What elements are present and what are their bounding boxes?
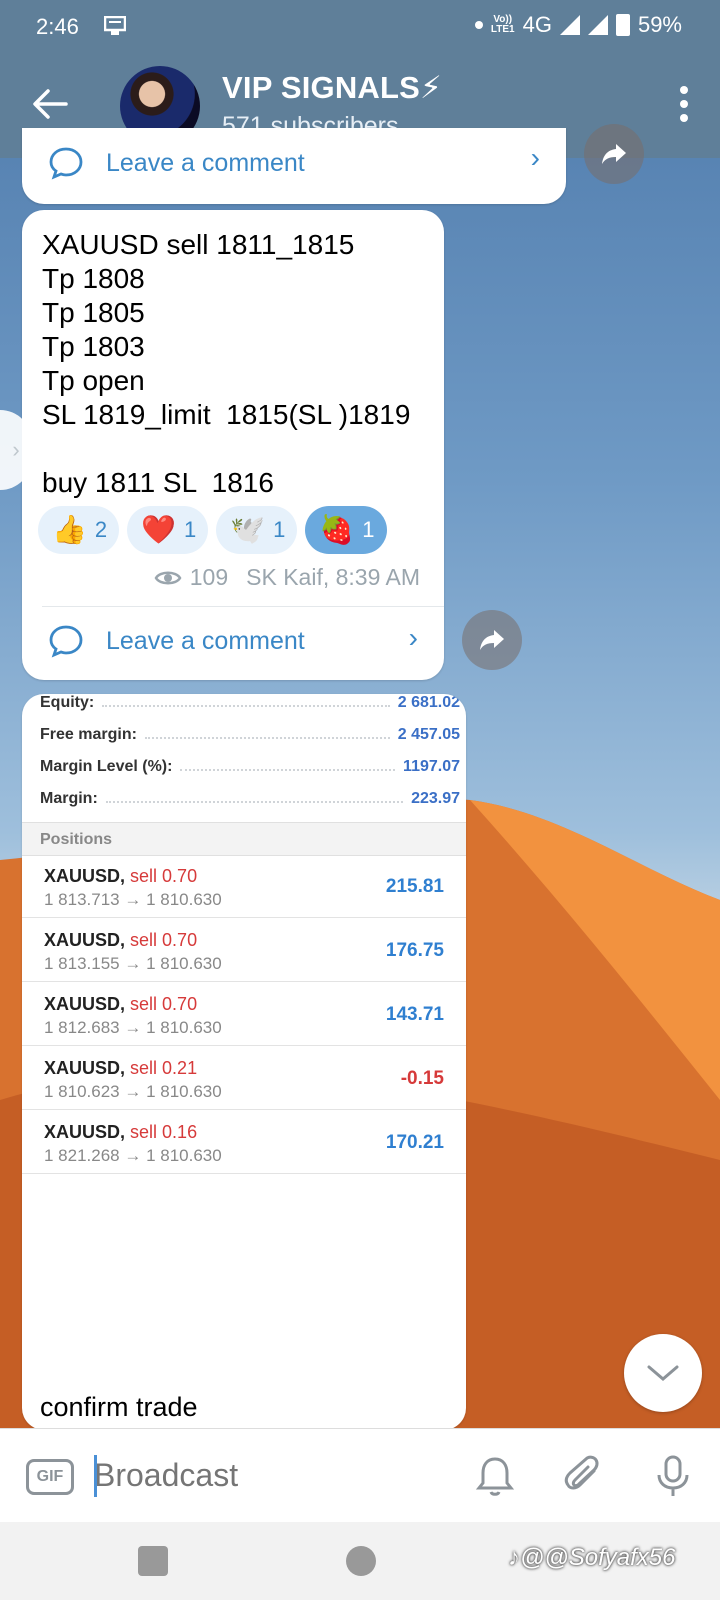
- author-time: SK Kaif, 8:39 AM: [246, 564, 420, 590]
- status-bar: 2:46 Vo)) LTE1 4G 59%: [0, 0, 720, 54]
- share-arrow-icon: [480, 630, 504, 650]
- reactions-bar: 👍 2 ❤️ 1 🕊️ 1 🍓 1: [38, 506, 387, 554]
- position-row: XAUUSD, sell 0.70 1 813.713 → 1 810.630 …: [22, 856, 466, 918]
- reaction-dove[interactable]: 🕊️ 1: [216, 506, 298, 554]
- reaction-count: 1: [273, 517, 286, 542]
- gif-button[interactable]: GIF: [26, 1459, 74, 1495]
- reaction-heart[interactable]: ❤️ 1: [127, 506, 209, 554]
- thumbs-up-icon: 👍: [52, 514, 87, 545]
- signal-strength-icon: [559, 15, 580, 35]
- chevron-down-icon: [647, 1365, 679, 1381]
- eye-views-icon: [154, 571, 182, 584]
- volte-icon: Vo)) LTE1: [490, 14, 515, 35]
- equity-row: Equity: 2 681.02: [40, 694, 460, 711]
- reaction-strawberry[interactable]: 🍓 1: [305, 506, 387, 554]
- signal-message-bubble[interactable]: XAUUSD sell 1811_1815 Tp 1808 Tp 1805 Tp…: [22, 210, 444, 680]
- battery-icon: [615, 14, 630, 36]
- trade-screenshot-message[interactable]: Equity: 2 681.02 Free margin: 2 457.05 Mar…: [22, 694, 466, 1430]
- network-type: 4G: [522, 12, 552, 37]
- margin-row: Margin: 223.97: [40, 790, 460, 807]
- leave-comment-link-previous[interactable]: Leave a comment: [48, 146, 305, 180]
- position-row: XAUUSD, sell 0.21 1 810.623 → 1 810.630 …: [22, 1048, 466, 1110]
- notification-dot-icon: [474, 21, 483, 29]
- reaction-thumbs-up[interactable]: 👍 2: [38, 506, 120, 554]
- chevron-right-icon: ›: [408, 622, 418, 653]
- position-row: XAUUSD, sell 0.16 1 821.268 → 1 810.630 …: [22, 1112, 466, 1174]
- view-count: 109: [189, 564, 229, 590]
- share-button-previous[interactable]: [584, 124, 644, 184]
- chevron-right-icon: ›: [530, 142, 540, 173]
- bell-icon[interactable]: [470, 1451, 520, 1501]
- message-notification-icon: [104, 16, 126, 35]
- share-button[interactable]: [462, 610, 522, 670]
- signal-message-text: XAUUSD sell 1811_1815 Tp 1808 Tp 1805 Tp…: [42, 229, 411, 498]
- share-arrow-icon: [602, 144, 626, 164]
- scroll-to-bottom-button[interactable]: [624, 1334, 702, 1412]
- signal-strength-icon-2: [587, 15, 608, 35]
- leave-comment-link[interactable]: Leave a comment: [48, 624, 305, 658]
- message-input-bar: GIF: [0, 1428, 720, 1522]
- battery-percent: 59%: [637, 12, 682, 37]
- comment-icon: [49, 625, 83, 658]
- message-meta: 109 SK Kaif, 8:39 AM: [154, 564, 420, 591]
- more-options-icon[interactable]: [678, 84, 690, 124]
- heart-icon: ❤️: [141, 514, 176, 545]
- paperclip-icon[interactable]: [560, 1451, 610, 1501]
- margin-level-row: Margin Level (%): 1197.07: [40, 758, 460, 775]
- reaction-count: 1: [184, 517, 197, 542]
- free-margin-row: Free margin: 2 457.05: [40, 726, 460, 743]
- recents-button[interactable]: [138, 1546, 168, 1576]
- broadcast-input[interactable]: [94, 1451, 454, 1499]
- leave-comment-label: Leave a comment: [106, 148, 305, 177]
- position-row: XAUUSD, sell 0.70 1 813.155 → 1 810.630 …: [22, 920, 466, 982]
- home-button[interactable]: [346, 1546, 376, 1576]
- strawberry-icon: 🍓: [319, 514, 355, 545]
- positions-header: Positions: [22, 822, 466, 856]
- comment-icon: [49, 147, 83, 180]
- position-row: XAUUSD, sell 0.70 1 812.683 → 1 810.630 …: [22, 984, 466, 1046]
- previous-message-bubble: Leave a comment ›: [22, 128, 566, 204]
- reaction-count: 2: [94, 517, 108, 542]
- dove-icon: 🕊️: [230, 514, 266, 545]
- watermark: ♪@@Sofyafx56: [508, 1544, 676, 1571]
- comment-divider: [42, 606, 444, 607]
- image-caption: confirm trade: [40, 1392, 198, 1422]
- channel-title[interactable]: VIP SIGNALS⚡: [222, 70, 442, 106]
- system-nav-bar: ♪@@Sofyafx56: [0, 1522, 720, 1600]
- text-caret: [94, 1455, 97, 1497]
- status-time: 2:46: [36, 14, 79, 39]
- microphone-icon[interactable]: [648, 1451, 698, 1501]
- leave-comment-label: Leave a comment: [106, 626, 305, 655]
- reaction-count: 1: [362, 517, 375, 542]
- back-arrow-icon[interactable]: [30, 84, 70, 124]
